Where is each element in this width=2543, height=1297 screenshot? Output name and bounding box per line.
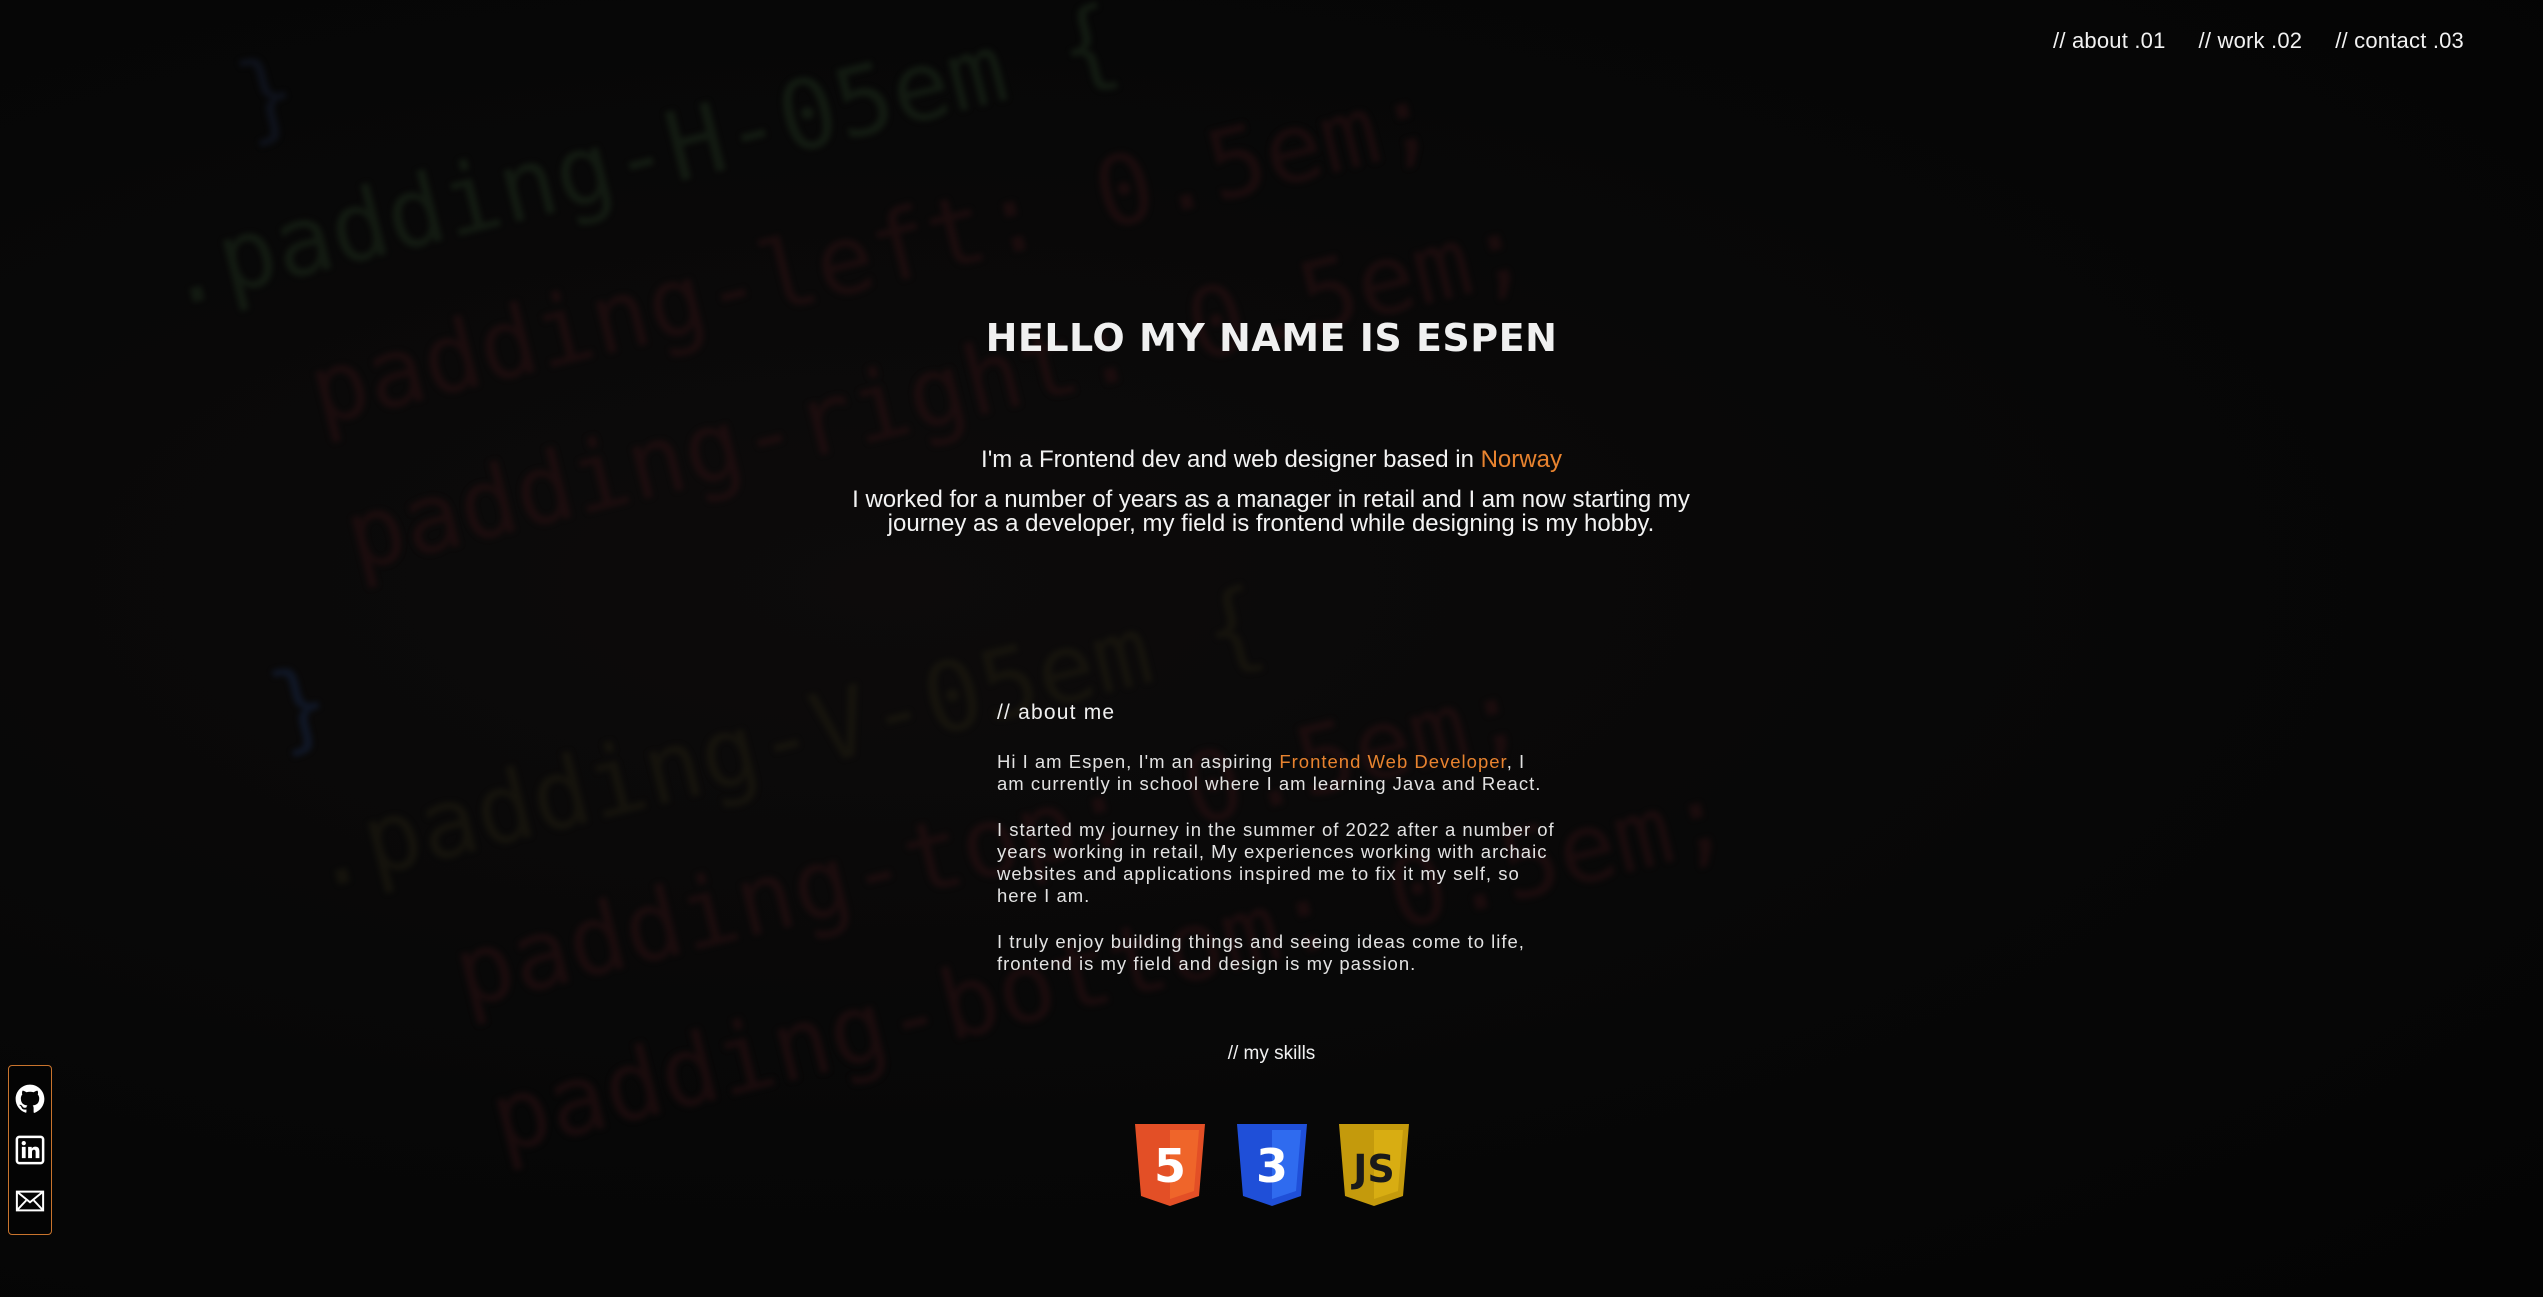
skills-list: 5 3 JS bbox=[1135, 1124, 1409, 1206]
background-code-line: } bbox=[0, 34, 309, 213]
background-code-line: padding-right: 0.5em; bbox=[109, 191, 1539, 650]
linkedin-icon bbox=[15, 1135, 45, 1165]
nav-link-about[interactable]: // about .01 bbox=[2053, 28, 2166, 54]
css3-glyph: 3 bbox=[1256, 1139, 1288, 1193]
page: } .padding-H-05em { padding-left: 0.5em;… bbox=[0, 0, 2543, 1297]
github-link[interactable] bbox=[15, 1084, 45, 1114]
mail-link[interactable] bbox=[15, 1186, 45, 1216]
hero-intro-text: I'm a Frontend dev and web designer base… bbox=[981, 446, 1481, 473]
mail-icon bbox=[15, 1190, 45, 1212]
background-code-line: .padding-H-05em { bbox=[37, 0, 1130, 359]
about-p1-text: Hi I am Espen, I'm an aspiring bbox=[997, 751, 1280, 772]
hero-intro: I'm a Frontend dev and web designer base… bbox=[0, 446, 2543, 474]
nav-link-contact[interactable]: // contact .03 bbox=[2335, 28, 2464, 54]
about-paragraph-3: I truly enjoy building things and seeing… bbox=[997, 931, 1525, 974]
background-code: } .padding-H-05em { padding-left: 0.5em;… bbox=[0, 0, 2142, 1297]
about-section: // about me Hi I am Espen, I'm an aspiri… bbox=[997, 701, 1557, 999]
css3-icon: 3 bbox=[1237, 1124, 1307, 1206]
hero-title: HELLO MY NAME IS ESPEN bbox=[985, 316, 1558, 360]
social-sidebar bbox=[8, 1065, 52, 1235]
location-highlight: Norway bbox=[1480, 446, 1562, 473]
html5-icon: 5 bbox=[1135, 1124, 1205, 1206]
html5-glyph: 5 bbox=[1154, 1139, 1186, 1193]
nav-link-work[interactable]: // work .02 bbox=[2199, 28, 2303, 54]
hero-description: I worked for a number of years as a mana… bbox=[852, 486, 1690, 537]
background-code-line: } bbox=[146, 644, 342, 795]
role-highlight: Frontend Web Developer bbox=[1279, 751, 1507, 772]
about-heading: // about me bbox=[997, 701, 1116, 724]
javascript-icon: JS bbox=[1339, 1124, 1409, 1206]
about-paragraph-2: I started my journey in the summer of 20… bbox=[997, 819, 1555, 906]
skills-heading: // my skills bbox=[1227, 1043, 1316, 1064]
github-icon bbox=[15, 1084, 45, 1114]
top-nav: // about .01 // work .02 // contact .03 bbox=[2053, 28, 2464, 54]
javascript-glyph: JS bbox=[1350, 1147, 1395, 1191]
background-code-line: padding-left: 0.5em; bbox=[73, 59, 1447, 504]
linkedin-link[interactable] bbox=[15, 1135, 45, 1165]
about-paragraph-1: Hi I am Espen, I'm an aspiring Frontend … bbox=[997, 751, 1557, 795]
